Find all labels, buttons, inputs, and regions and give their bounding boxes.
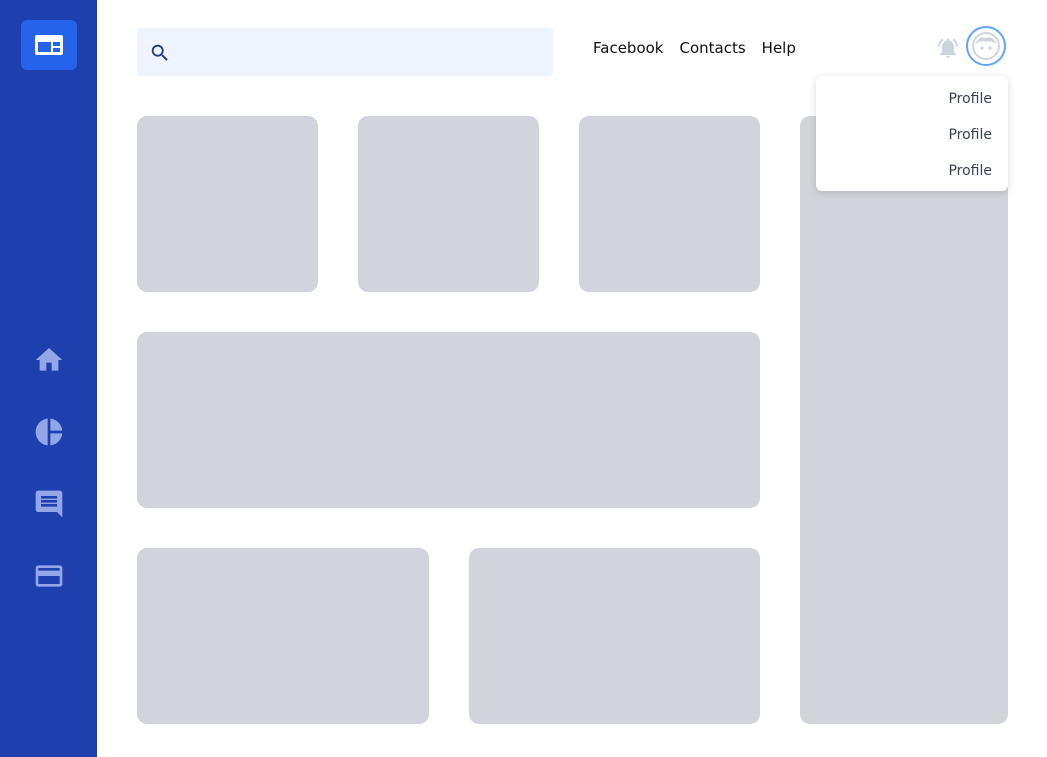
search-icon [151, 44, 168, 61]
placeholder-card-2 [358, 116, 539, 292]
sidebar-item-analytics[interactable] [33, 416, 65, 448]
placeholder-card-1 [137, 116, 318, 292]
placeholder-card-3 [579, 116, 760, 292]
nav-link-facebook[interactable]: Facebook [593, 38, 663, 58]
user-avatar[interactable] [966, 26, 1006, 66]
pie-chart-icon [35, 418, 63, 446]
notifications-button[interactable] [936, 36, 960, 60]
logo-button[interactable] [21, 20, 77, 70]
chat-icon [35, 490, 63, 518]
nav-link-contacts[interactable]: Contacts [679, 38, 745, 58]
dropdown-item-profile-2[interactable]: Profile [948, 127, 992, 143]
bell-ringing-icon [938, 38, 958, 58]
search-bar[interactable] [137, 28, 553, 78]
sidebar-item-messages[interactable] [33, 488, 65, 520]
sidebar-item-payments[interactable] [33, 560, 65, 592]
sidebar [0, 0, 97, 757]
credit-card-icon [35, 565, 63, 587]
placeholder-card-4 [137, 548, 429, 724]
home-icon [35, 348, 63, 371]
dropdown-item-profile-3[interactable]: Profile [948, 163, 992, 179]
nav-link-help[interactable]: Help [762, 38, 796, 58]
dropdown-item-profile-1[interactable]: Profile [948, 91, 992, 107]
placeholder-card-5 [469, 548, 760, 724]
sidebar-item-home[interactable] [33, 344, 65, 376]
placeholder-wide-card [137, 332, 760, 508]
search-input[interactable] [181, 28, 545, 78]
dashboard-logo-icon [35, 35, 63, 55]
top-nav: Facebook Contacts Help [593, 38, 796, 58]
profile-dropdown: Profile Profile Profile [816, 76, 1008, 191]
placeholder-side-panel [800, 116, 1008, 724]
face-icon [972, 32, 1000, 60]
